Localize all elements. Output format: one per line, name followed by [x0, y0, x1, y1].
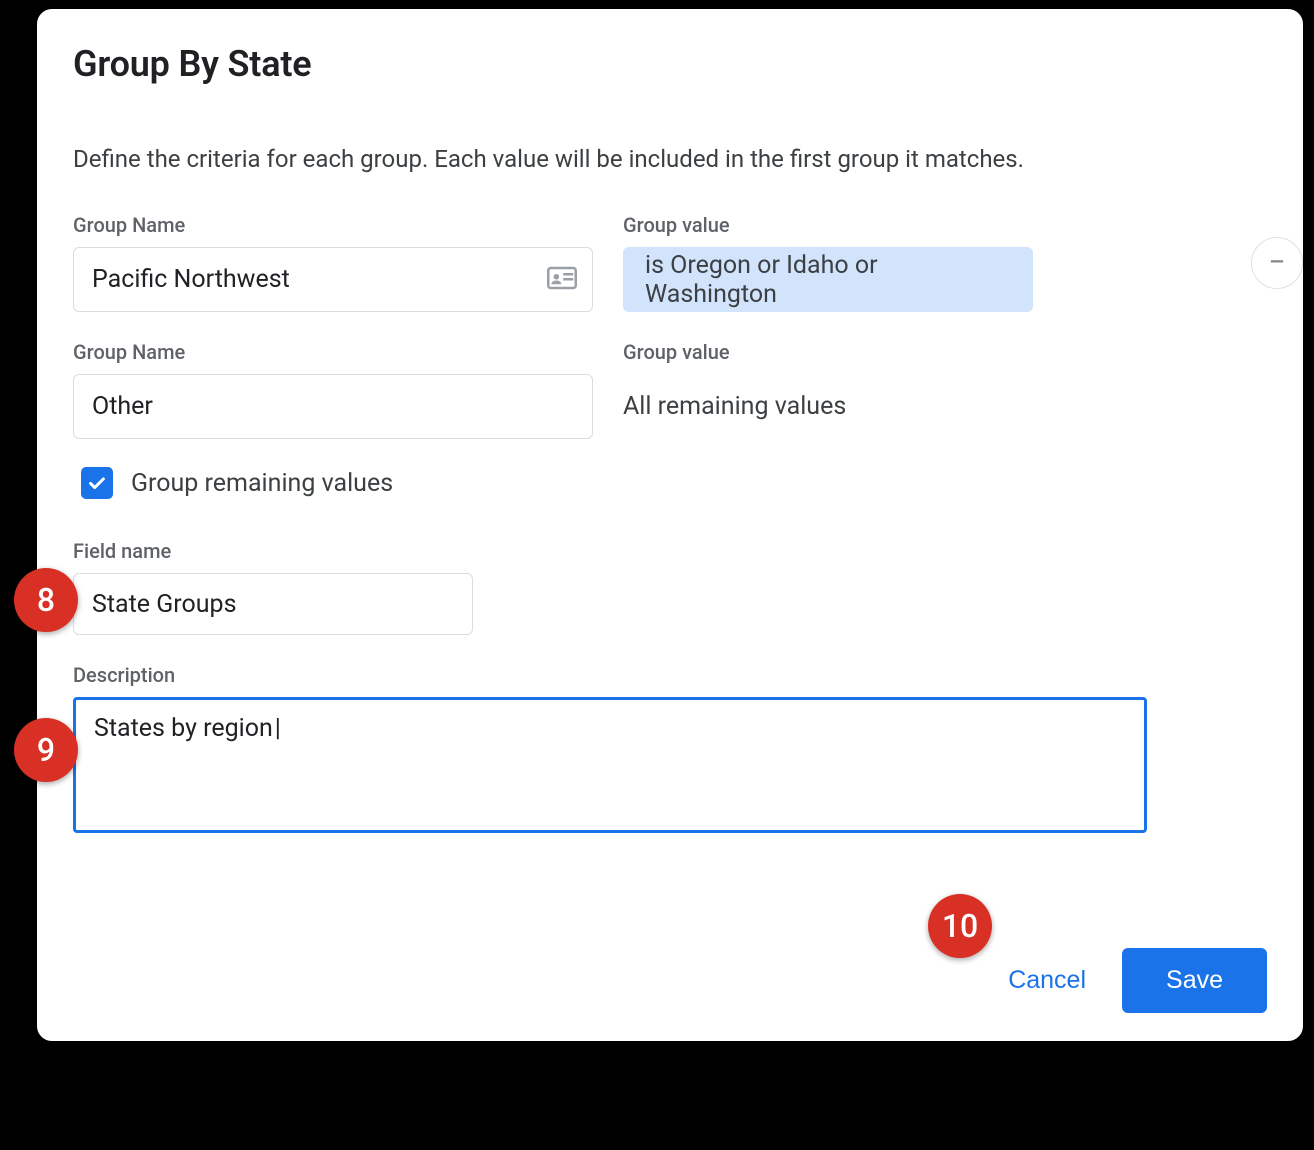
group-value-label-2: Group value: [623, 340, 1267, 364]
group-name-input-2[interactable]: [73, 374, 593, 439]
description-textarea[interactable]: States by region: [73, 697, 1147, 833]
dialog-title: Group By State: [73, 43, 1267, 85]
id-card-icon: [547, 266, 577, 294]
field-name-input[interactable]: [73, 573, 473, 635]
description-section: Description States by region: [73, 663, 1267, 833]
group-row-1: Group Name Group value is Oregon or Idah…: [73, 213, 1267, 312]
group-value-text-1: is Oregon or Idaho or Washington: [645, 251, 1011, 309]
group-remaining-label: Group remaining values: [131, 469, 393, 498]
group-value-pill-1[interactable]: is Oregon or Idaho or Washington: [623, 247, 1033, 312]
annotation-badge-10: 10: [928, 894, 992, 958]
field-name-section: Field name: [73, 539, 1267, 635]
group-row-2: Group Name Group value All remaining val…: [73, 340, 1267, 439]
cancel-button[interactable]: Cancel: [1000, 954, 1094, 1007]
group-remaining-row: Group remaining values: [81, 467, 1267, 499]
field-name-label: Field name: [73, 539, 1267, 563]
annotation-badge-8: 8: [14, 568, 78, 632]
group-name-input-1[interactable]: [73, 247, 593, 312]
annotation-badge-9: 9: [14, 718, 78, 782]
group-remaining-checkbox[interactable]: [81, 467, 113, 499]
remove-group-button[interactable]: −: [1251, 237, 1303, 289]
group-value-static-2: All remaining values: [623, 374, 1267, 439]
group-value-label: Group value: [623, 213, 1267, 237]
check-icon: [86, 472, 108, 494]
save-button[interactable]: Save: [1122, 948, 1267, 1013]
minus-icon: −: [1268, 245, 1285, 280]
dialog-intro: Define the criteria for each group. Each…: [73, 145, 1267, 173]
dialog-actions: Cancel Save: [1000, 948, 1267, 1013]
group-name-label-2: Group Name: [73, 340, 593, 364]
group-name-label: Group Name: [73, 213, 593, 237]
description-label: Description: [73, 663, 1267, 687]
group-by-dialog: Group By State Define the criteria for e…: [34, 6, 1306, 1044]
